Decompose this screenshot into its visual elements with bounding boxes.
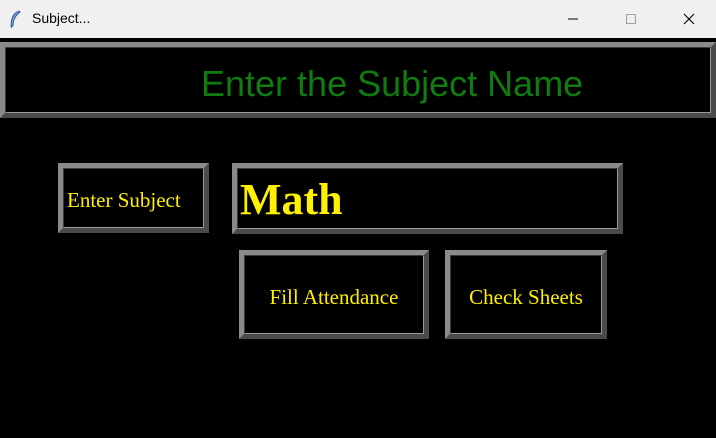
- fill-attendance-button[interactable]: Fill Attendance: [239, 250, 429, 339]
- minimize-button[interactable]: [550, 0, 596, 38]
- title-bar: Subject...: [0, 0, 716, 38]
- close-icon: [683, 13, 695, 25]
- subject-input-value: Math: [240, 175, 343, 224]
- maximize-button[interactable]: [608, 0, 654, 38]
- check-sheets-button[interactable]: Check Sheets: [445, 250, 607, 339]
- close-button[interactable]: [666, 0, 712, 38]
- window-title: Subject...: [32, 10, 91, 26]
- enter-subject-label: Enter Subject: [58, 163, 209, 233]
- header-banner: Enter the Subject Name: [0, 42, 716, 118]
- check-sheets-label: Check Sheets: [469, 285, 583, 309]
- subject-input[interactable]: Math: [232, 163, 623, 234]
- feather-icon: [10, 10, 21, 28]
- maximize-icon: [626, 14, 636, 24]
- enter-subject-label-text: Enter Subject: [67, 188, 181, 212]
- header-title: Enter the Subject Name: [201, 63, 584, 104]
- window-client-area: Enter the Subject Name Enter Subject Mat…: [0, 38, 716, 438]
- fill-attendance-label: Fill Attendance: [269, 285, 399, 309]
- minimize-icon: [568, 18, 578, 20]
